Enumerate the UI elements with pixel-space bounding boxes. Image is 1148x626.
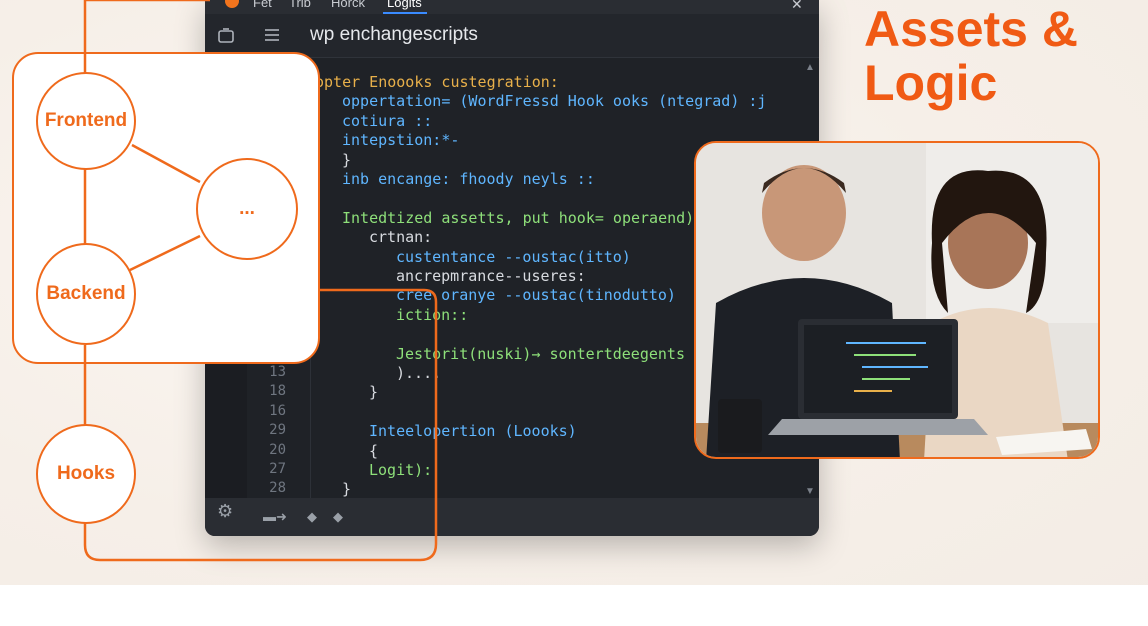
backend-node: Backend [36, 243, 136, 345]
hooks-node: Hooks [36, 424, 136, 524]
team-photo-illustration [696, 143, 1098, 457]
page-heading: Assets & Logic [864, 2, 1078, 110]
team-photo [694, 141, 1100, 459]
more-node: ... [196, 158, 298, 260]
heading-line-2: Logic [864, 55, 998, 111]
heading-line-1: Assets & [864, 1, 1078, 57]
frontend-node: Frontend [36, 72, 136, 170]
